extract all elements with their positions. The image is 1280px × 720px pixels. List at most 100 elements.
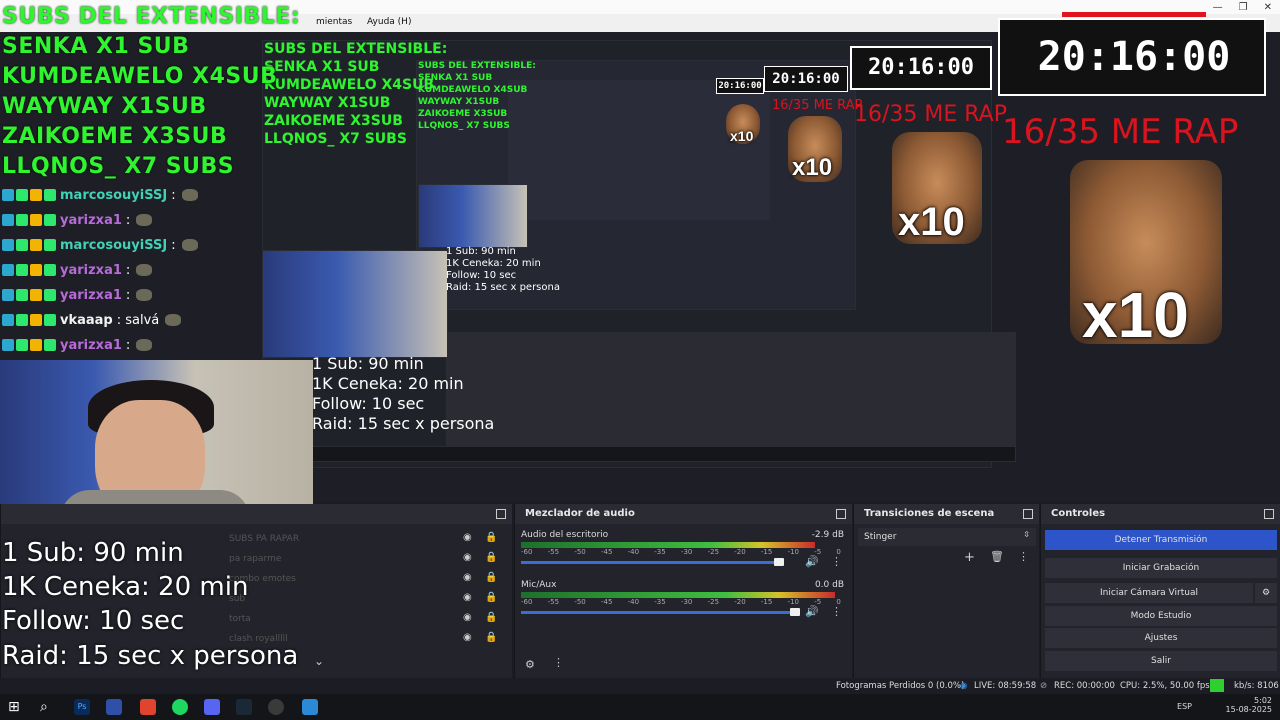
spotify-icon[interactable] (172, 699, 188, 715)
scale-tick: -50 (574, 548, 586, 556)
start-recording-button[interactable]: Iniciar Grabación (1045, 558, 1277, 578)
settings-button[interactable]: Ajustes (1045, 628, 1277, 648)
chat-text: : (171, 187, 176, 203)
volume-slider-handle[interactable] (773, 558, 784, 566)
menu-dots-icon[interactable]: ⋮ (831, 555, 842, 568)
menu-dots-icon[interactable]: ⋮ (831, 605, 842, 618)
close-icon[interactable]: ✕ (1264, 2, 1272, 13)
transitions-title: Transiciones de escena (854, 504, 1039, 524)
transition-select[interactable]: Stinger ⇳ (858, 528, 1036, 546)
obs-icon[interactable] (268, 699, 284, 715)
app-icon[interactable] (302, 699, 318, 715)
start-virtual-camera-button[interactable]: Iniciar Cámara Virtual (1045, 583, 1253, 603)
windows-start-icon[interactable]: ⊞ (8, 699, 24, 715)
tray-time[interactable]: 5:02 (1226, 696, 1277, 705)
chat-username: marcosouyiSSJ (60, 187, 168, 203)
speaker-icon[interactable]: 🔊 (805, 605, 819, 618)
app-icon[interactable] (106, 699, 122, 715)
scale-tick: -15 (760, 598, 773, 606)
dock-popout-icon[interactable] (836, 509, 846, 519)
speaker-icon[interactable]: 🔊 (805, 555, 819, 568)
subs-title: SUBS DEL EXTENSIBLE: (2, 4, 301, 29)
subs-line: KUMDEAWELO X4SUB (2, 64, 278, 89)
chevron-down-icon[interactable]: ⌄ (314, 654, 324, 668)
badge-icon (44, 289, 56, 301)
tray-date[interactable]: 15-08-2025 (1226, 705, 1277, 714)
maximize-icon[interactable]: ❐ (1239, 2, 1248, 13)
visibility-icon[interactable]: ◉ (463, 552, 472, 563)
badge-icon (16, 289, 28, 301)
nested-obs-docks (446, 332, 1016, 462)
meter-scale: -60 -55 -50 -45 -40 -35 -30 -25 -20 -15 -10 -5 0 (521, 598, 841, 606)
emote-icon (136, 289, 153, 301)
brave-icon[interactable] (140, 699, 156, 715)
scale-tick: -45 (600, 548, 613, 556)
trash-icon[interactable]: 🗑 (990, 550, 1004, 563)
window-controls[interactable]: — ❐ ✕ (1213, 0, 1280, 14)
tray-language[interactable]: ESP (1177, 702, 1192, 711)
scale-tick: -55 (547, 548, 560, 556)
nested-info-line: Follow: 10 sec (446, 270, 517, 281)
lock-icon[interactable]: 🔒 (485, 532, 497, 543)
badge-icon (2, 239, 14, 251)
visibility-icon[interactable]: ◉ (463, 592, 472, 603)
chat-message: yarizxa1: (2, 209, 153, 231)
cpu-usage: CPU: 2.5%, 50.00 fps (1120, 681, 1210, 691)
lock-icon[interactable]: 🔒 (485, 592, 497, 603)
badge-icon (30, 339, 42, 351)
chat-text: : salvá (116, 312, 160, 328)
chat-text: : (125, 262, 131, 278)
chat-text: : (125, 212, 131, 228)
lock-icon[interactable]: 🔒 (485, 572, 497, 583)
subs-line: WAYWAY X1SUB (2, 94, 207, 119)
lock-icon[interactable]: 🔒 (485, 632, 497, 643)
dock-popout-icon[interactable] (1023, 509, 1033, 519)
add-icon[interactable]: + (964, 550, 975, 565)
visibility-icon[interactable]: ◉ (463, 572, 472, 583)
volume-slider[interactable] (521, 611, 796, 614)
info-line: Raid: 15 sec x persona (2, 641, 299, 671)
exit-button[interactable]: Salir (1045, 651, 1277, 671)
lock-icon[interactable]: 🔒 (485, 612, 497, 623)
dock-popout-icon[interactable] (1264, 509, 1274, 519)
scale-tick: -10 (787, 548, 799, 556)
search-icon[interactable]: ⌕ (40, 699, 56, 715)
dock-popout-icon[interactable] (496, 509, 506, 519)
discord-icon[interactable] (204, 699, 220, 715)
badge-icon (44, 314, 56, 326)
visibility-icon[interactable]: ◉ (463, 632, 472, 643)
scene-item[interactable]: torta (229, 614, 251, 624)
scene-item[interactable]: pa raparme (229, 554, 281, 564)
minimize-icon[interactable]: — (1213, 2, 1223, 13)
visibility-icon[interactable]: ◉ (463, 532, 472, 543)
chat-message: yarizxa1: (2, 284, 153, 306)
menu-help[interactable]: Ayuda (H) (367, 17, 411, 27)
menu-tools[interactable]: mientas (316, 17, 352, 27)
gear-icon: ⚙ (1261, 588, 1271, 598)
studio-mode-button[interactable]: Modo Estudio (1045, 606, 1277, 626)
photoshop-icon[interactable]: Ps (74, 699, 90, 715)
nested-taskbar (310, 446, 1016, 462)
lock-icon[interactable]: 🔒 (485, 552, 497, 563)
system-tray[interactable]: ESP 5:02 15-08-2025 (1177, 696, 1277, 714)
stop-streaming-button[interactable]: Detener Transmisión (1045, 530, 1277, 550)
badge-icon (2, 189, 14, 201)
volume-slider[interactable] (521, 561, 779, 564)
raid-text: 16/35 ME RAP (1002, 112, 1239, 152)
gear-icon[interactable]: ⚙ (525, 658, 535, 671)
menu-dots-icon[interactable]: ⋮ (1018, 550, 1029, 563)
nested-info-1: 1 Sub: 90 min 1K Ceneka: 20 min Follow: … (312, 354, 494, 434)
chat-badges (2, 289, 56, 301)
chat-username: vkaaap (60, 312, 113, 328)
steam-icon[interactable] (236, 699, 252, 715)
subs-line: LLQNOS_ X7 SUBS (2, 154, 235, 179)
mixer-track-db: -2.9 dB (811, 530, 844, 540)
menu-dots-icon[interactable]: ⋮ (553, 656, 564, 669)
chat-text: : (125, 337, 131, 353)
badge-icon (2, 314, 14, 326)
volume-slider-handle[interactable] (790, 608, 801, 616)
visibility-icon[interactable]: ◉ (463, 612, 472, 623)
virtual-camera-settings-button[interactable]: ⚙ (1255, 583, 1277, 603)
health-indicator (1210, 679, 1224, 692)
scene-item[interactable]: SUBS PA RAPAR (229, 534, 299, 544)
